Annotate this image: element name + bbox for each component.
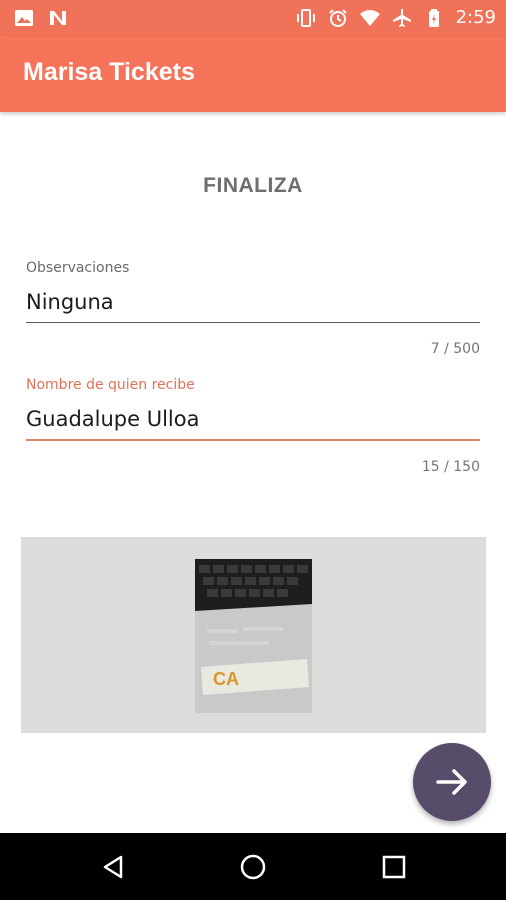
page-heading: FINALIZA [203, 174, 303, 197]
observations-underline [26, 322, 480, 323]
photo-panel[interactable]: CA [21, 537, 486, 733]
recents-icon [382, 855, 406, 879]
recipient-counter: 15 / 150 [421, 459, 480, 475]
home-button[interactable] [237, 851, 269, 883]
n-icon [48, 8, 68, 28]
observations-counter: 7 / 500 [430, 341, 480, 357]
recents-button[interactable] [378, 851, 410, 883]
wifi-icon [359, 8, 380, 28]
battery-icon [424, 8, 444, 28]
status-bar: 2:59 [0, 0, 506, 36]
recipient-underline [26, 439, 480, 441]
recipient-field[interactable]: Nombre de quien recibe 15 / 150 [26, 377, 480, 475]
app-bar: Marisa Tickets [0, 36, 506, 112]
recipient-input[interactable] [26, 397, 480, 439]
observations-label: Observaciones [26, 260, 130, 276]
next-fab-button[interactable] [413, 743, 491, 821]
vibrate-icon [296, 8, 316, 28]
photo-logo-text: CA [213, 669, 239, 689]
airplane-icon [392, 8, 412, 28]
alarm-icon [328, 8, 348, 28]
arrow-right-icon [436, 769, 467, 795]
back-icon [103, 855, 123, 879]
app-title: Marisa Tickets [23, 58, 195, 86]
back-button[interactable] [97, 851, 129, 883]
status-time: 2:59 [455, 7, 496, 28]
observations-input[interactable] [26, 280, 480, 322]
observations-field[interactable]: Observaciones 7 / 500 [26, 260, 480, 357]
photo-thumbnail[interactable]: CA [195, 559, 312, 713]
home-icon [240, 854, 266, 880]
recipient-label: Nombre de quien recibe [26, 377, 195, 393]
image-icon [14, 8, 34, 28]
navigation-bar [0, 833, 506, 900]
